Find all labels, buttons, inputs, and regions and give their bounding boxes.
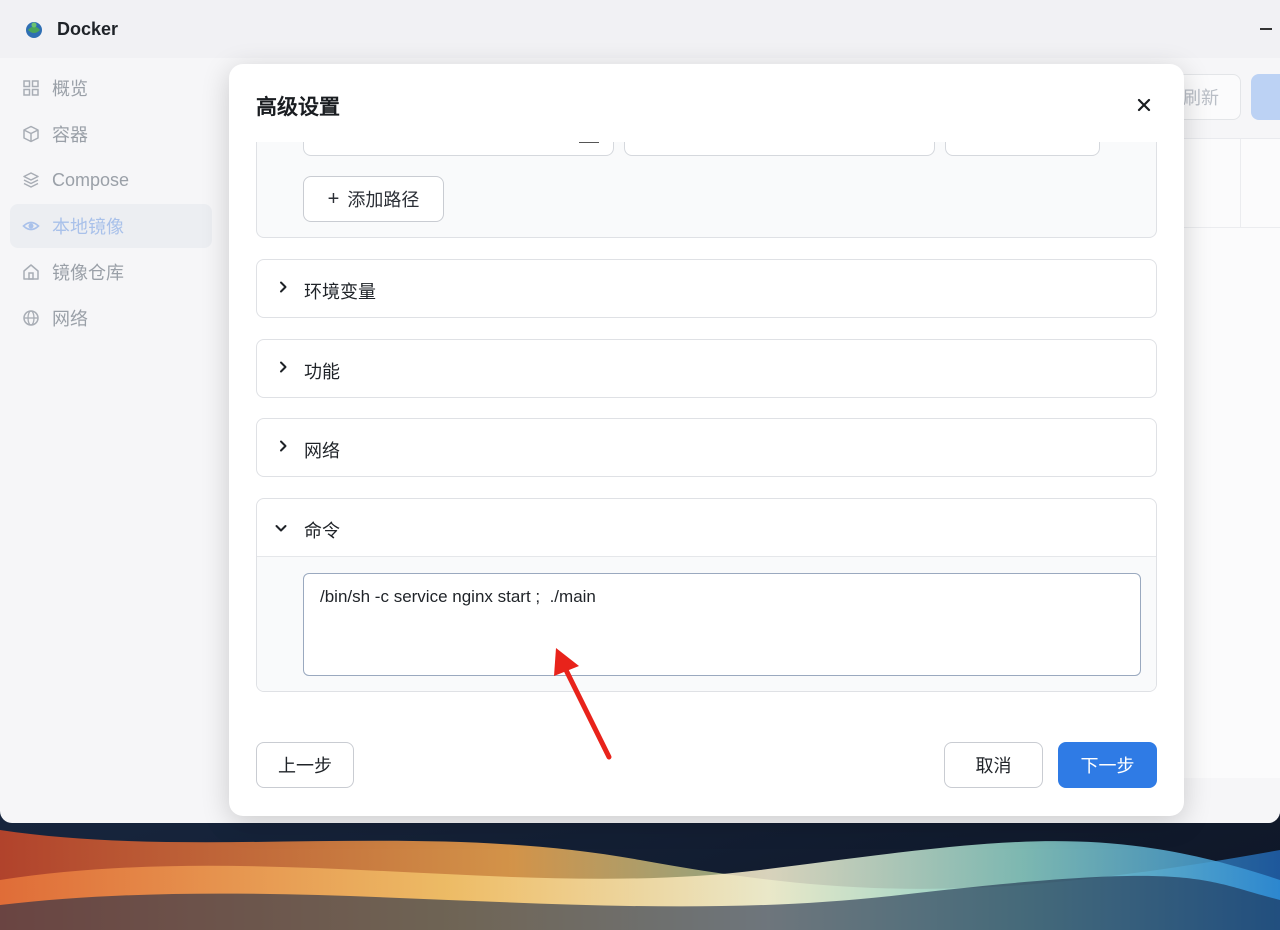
- dialog-footer: 上一步 取消 下一步: [229, 742, 1184, 790]
- sidebar-item-label: Compose: [52, 169, 130, 190]
- sidebar-item-local-images[interactable]: 本地镜像: [10, 204, 212, 248]
- app-title: Docker: [57, 19, 119, 39]
- section-label: 环境变量: [304, 282, 376, 302]
- section-label: 网络: [304, 441, 340, 461]
- chevron-right-icon: [280, 281, 287, 293]
- add-path-button[interactable]: + 添加路径: [303, 176, 444, 222]
- mount-mode-select[interactable]: [945, 142, 1100, 156]
- section-command: 命令 /bin/sh -c service nginx start ; ./ma…: [256, 498, 1157, 692]
- host-path-input[interactable]: [303, 142, 614, 156]
- sidebar-item-label: 镜像仓库: [52, 263, 124, 283]
- sidebar-item-label: 本地镜像: [52, 217, 124, 237]
- command-content: /bin/sh -c service nginx start ; ./main: [257, 557, 1156, 691]
- chevron-down-icon: [275, 525, 287, 532]
- grid-icon: [23, 80, 39, 96]
- eye-icon: [22, 221, 40, 231]
- chevron-right-icon: [280, 361, 287, 373]
- minus-icon: [579, 142, 599, 143]
- add-image-button[interactable]: [1251, 74, 1280, 120]
- sidebar-item-label: 容器: [52, 125, 88, 145]
- next-label: 下一步: [1080, 756, 1135, 776]
- sidebar-item-containers[interactable]: 容器: [10, 112, 212, 156]
- sidebar: 概览 容器 Compose 本地镜像 镜像仓库 网络: [0, 66, 222, 342]
- docker-whale-icon: [26, 22, 42, 38]
- cube-icon: [23, 125, 39, 143]
- section-command-header[interactable]: 命令: [257, 499, 1156, 557]
- minimize-button[interactable]: [1260, 18, 1274, 38]
- sidebar-item-registry[interactable]: 镜像仓库: [10, 250, 212, 294]
- images-table: [1184, 138, 1280, 778]
- globe-icon: [23, 310, 39, 326]
- sidebar-item-compose[interactable]: Compose: [10, 158, 212, 202]
- close-icon[interactable]: [1134, 95, 1154, 115]
- section-label: 命令: [304, 521, 340, 541]
- cancel-label: 取消: [975, 756, 1012, 776]
- sidebar-item-label: 概览: [52, 79, 88, 99]
- section-environment-variables[interactable]: 环境变量: [256, 259, 1157, 318]
- sidebar-item-label: 网络: [52, 309, 88, 329]
- dialog-body: + 添加路径 环境变量 功能 网络 命令 /bin/sh -c service …: [229, 142, 1184, 702]
- sidebar-item-network[interactable]: 网络: [10, 296, 212, 340]
- advanced-settings-dialog: 高级设置 + 添加路径 环境变量 功能 网络 命令 /bin/sh -c ser…: [229, 64, 1184, 816]
- next-step-button[interactable]: 下一步: [1058, 742, 1157, 788]
- prev-label: 上一步: [278, 756, 332, 776]
- volume-section: + 添加路径: [256, 142, 1157, 238]
- command-textarea[interactable]: /bin/sh -c service nginx start ; ./main: [303, 573, 1141, 676]
- home-icon: [23, 264, 39, 280]
- cancel-button[interactable]: 取消: [944, 742, 1043, 788]
- refresh-label: 刷新: [1183, 88, 1219, 108]
- section-network[interactable]: 网络: [256, 418, 1157, 477]
- title-bar: Docker: [0, 0, 1280, 58]
- add-path-label: 添加路径: [347, 190, 420, 210]
- section-label: 功能: [304, 362, 340, 382]
- sidebar-item-overview[interactable]: 概览: [10, 66, 212, 110]
- plus-icon: +: [327, 187, 340, 210]
- chevron-right-icon: [280, 440, 287, 452]
- dialog-title: 高级设置: [256, 96, 340, 119]
- section-capabilities[interactable]: 功能: [256, 339, 1157, 398]
- previous-step-button[interactable]: 上一步: [256, 742, 354, 788]
- container-path-input[interactable]: [624, 142, 935, 156]
- layers-icon: [23, 172, 39, 188]
